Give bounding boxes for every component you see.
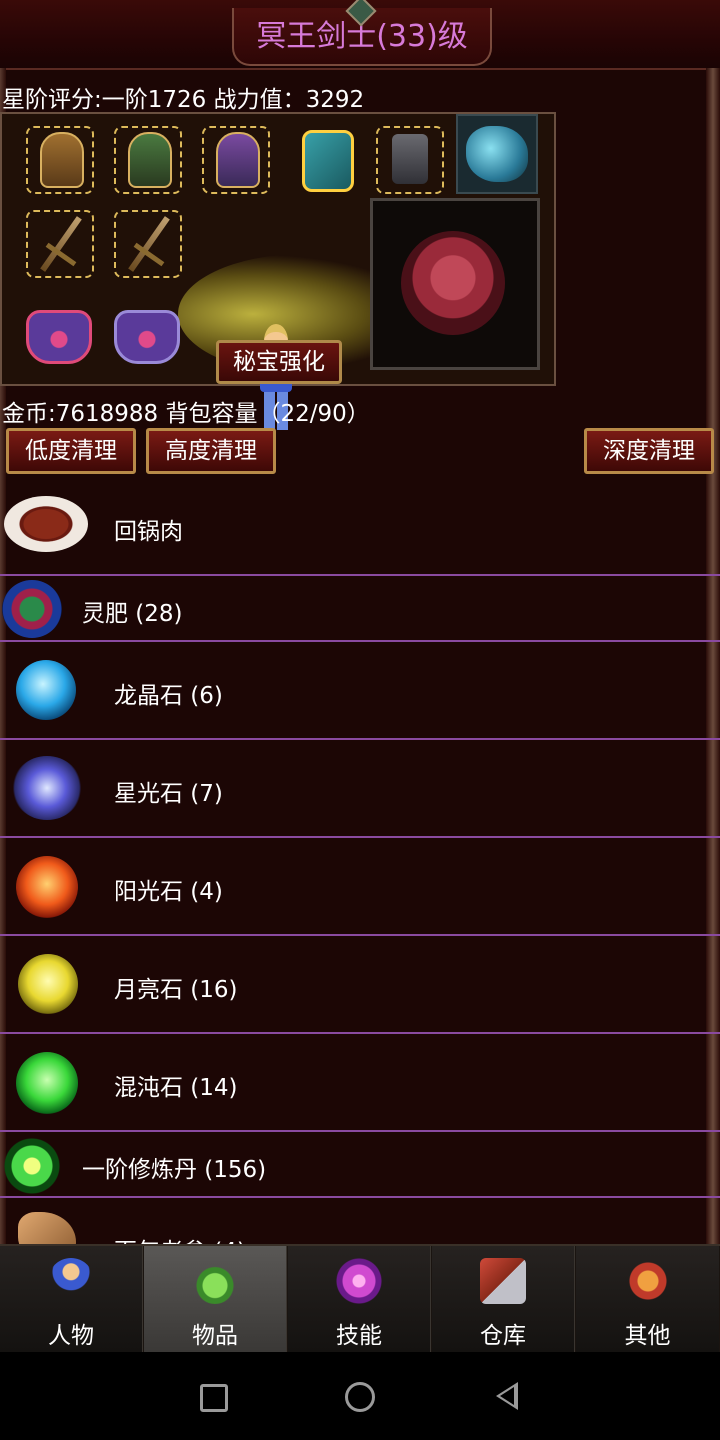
item-label: 月亮石 (16) — [114, 977, 238, 1003]
bottom-tab-bar: 人物 物品 技能 仓库 其他 — [0, 1244, 720, 1354]
character-icon — [48, 1258, 94, 1304]
list-item[interactable]: 星光石 (7) — [0, 740, 720, 838]
chaos-stone-icon — [16, 1052, 78, 1114]
tab-other[interactable]: 其他 — [576, 1246, 719, 1352]
tab-label: 物品 — [192, 1323, 238, 1349]
tab-character[interactable]: 人物 — [0, 1246, 143, 1352]
helmet-icon — [128, 132, 172, 188]
helmet-icon — [40, 132, 84, 188]
high-clean-button[interactable]: 高度清理 — [146, 428, 276, 474]
skill-orb-icon — [336, 1258, 382, 1304]
helmet-purple-slot[interactable] — [198, 122, 274, 198]
pet-slot[interactable] — [370, 198, 540, 370]
game-frame: 冥王剑士(33)级 星阶评分:一阶1726 战力值：3292 秘宝强化 金币:7… — [0, 0, 720, 1350]
recent-apps-icon[interactable] — [200, 1384, 228, 1412]
home-icon[interactable] — [345, 1382, 375, 1412]
deep-clean-button[interactable]: 深度清理 — [584, 428, 714, 474]
ginseng-icon — [18, 1212, 76, 1244]
item-label: 百年老参 (4) — [114, 1232, 246, 1244]
bracer-icon — [302, 130, 354, 192]
tab-items[interactable]: 物品 — [144, 1246, 287, 1352]
mount-slot[interactable] — [456, 114, 538, 194]
dragon-mount-icon — [466, 126, 528, 182]
tab-label: 其他 — [624, 1323, 671, 1349]
tab-label: 人物 — [48, 1323, 94, 1349]
warehouse-icon — [480, 1258, 526, 1304]
item-label: 一阶修炼丹 (156) — [82, 1157, 267, 1183]
list-item[interactable]: 百年老参 (4) — [0, 1198, 720, 1244]
back-icon[interactable] — [496, 1382, 518, 1410]
sword-left-slot[interactable] — [22, 206, 98, 282]
crown-left-slot[interactable] — [18, 294, 94, 370]
potion-icon — [192, 1258, 238, 1304]
list-item[interactable]: 阳光石 (4) — [0, 838, 720, 936]
system-nav-bar — [0, 1352, 720, 1440]
sword-right-slot[interactable] — [110, 206, 186, 282]
bracer-slot[interactable] — [286, 122, 362, 198]
moon-stone-icon — [18, 954, 78, 1014]
coins-and-capacity: 金币:7618988 背包容量（22/90） — [2, 401, 370, 427]
sunlight-stone-icon — [16, 856, 78, 918]
list-item[interactable]: 龙晶石 (6) — [0, 642, 720, 740]
other-icon — [624, 1258, 671, 1304]
list-item[interactable]: 一阶修炼丹 (156) — [0, 1132, 720, 1198]
tab-label: 仓库 — [480, 1323, 526, 1349]
star-rating-power: 星阶评分:一阶1726 战力值：3292 — [2, 87, 365, 113]
list-item[interactable]: 回锅肉 — [0, 478, 720, 576]
helmet-gold-slot[interactable] — [22, 122, 98, 198]
item-label: 龙晶石 (6) — [114, 683, 223, 709]
item-label: 阳光石 (4) — [114, 879, 223, 905]
secret-treasure-button[interactable]: 秘宝强化 — [216, 340, 342, 384]
low-clean-button[interactable]: 低度清理 — [6, 428, 136, 474]
tab-warehouse[interactable]: 仓库 — [432, 1246, 575, 1352]
item-label: 星光石 (7) — [114, 781, 223, 807]
dragon-crystal-icon — [16, 660, 76, 720]
tab-label: 技能 — [336, 1323, 382, 1349]
title-bar: 冥王剑士(33)级 — [0, 0, 720, 70]
cultivation-pill-icon — [4, 1138, 60, 1194]
tab-skills[interactable]: 技能 — [288, 1246, 431, 1352]
helmet-green-slot[interactable] — [110, 122, 186, 198]
starlight-stone-icon — [12, 756, 82, 820]
boots-icon — [392, 134, 428, 184]
tiger-pet-icon — [401, 231, 505, 335]
spirit-fertilizer-icon — [2, 580, 62, 638]
inventory-list[interactable]: 回锅肉 灵肥 (28) 龙晶石 (6) 星光石 (7) 阳光石 (4) 月亮石 … — [0, 478, 720, 1244]
item-label: 灵肥 (28) — [82, 601, 183, 627]
meat-dish-icon — [4, 496, 88, 552]
item-label: 混沌石 (14) — [114, 1075, 238, 1101]
item-label: 回锅肉 — [114, 519, 183, 545]
list-item[interactable]: 混沌石 (14) — [0, 1034, 720, 1132]
list-item[interactable]: 月亮石 (16) — [0, 936, 720, 1034]
crown-right-slot[interactable] — [106, 294, 182, 370]
crown-icon — [26, 310, 92, 364]
crown-icon — [114, 310, 180, 364]
boots-slot[interactable] — [372, 122, 448, 198]
helmet-icon — [216, 132, 260, 188]
list-item[interactable]: 灵肥 (28) — [0, 576, 720, 642]
